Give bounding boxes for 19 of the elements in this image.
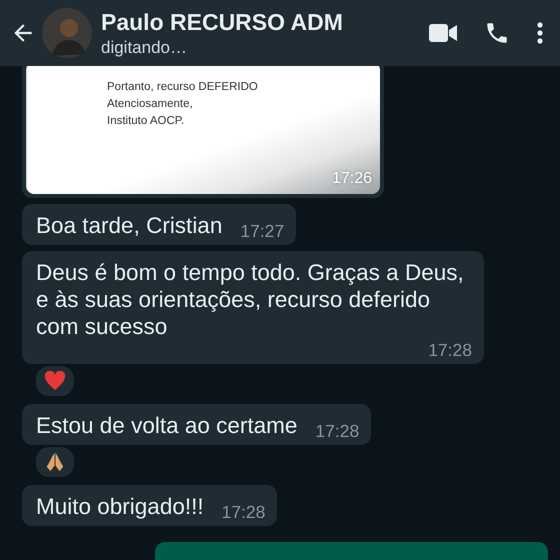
message-time: 17:28 (428, 340, 472, 361)
heart-icon (44, 371, 66, 391)
message-text: Deus é bom o tempo todo. Graças a Deus, e às suas orientações, recurso deferido com sucesso (36, 259, 465, 340)
message-time: 17:28 (315, 421, 360, 442)
message-time: 17:26 (332, 170, 372, 188)
menu-icon[interactable] (536, 21, 544, 45)
document-text: Atenciosamente, (107, 97, 194, 111)
contact-name[interactable]: Paulo RECURSO ADM (101, 8, 422, 36)
message-time: 17:27 (240, 221, 284, 242)
message-text: Estou de volta ao certame (36, 412, 298, 439)
message-text: Muito obrigado!!! (36, 493, 204, 520)
document-text: Instituto AOCP. (107, 114, 186, 128)
image-message[interactable]: Portanto, recurso DEFERIDO Atenciosamente, Instituto AOCP. 17:26 (22, 66, 384, 198)
praying-hands-icon (44, 451, 66, 473)
video-camera-icon[interactable] (428, 22, 458, 44)
document-text: Portanto, recurso DEFERIDO (107, 80, 259, 94)
typing-status: digitando… (101, 38, 188, 58)
message-text: Boa tarde, Cristian (36, 212, 222, 239)
message-time: 17:28 (222, 502, 266, 523)
